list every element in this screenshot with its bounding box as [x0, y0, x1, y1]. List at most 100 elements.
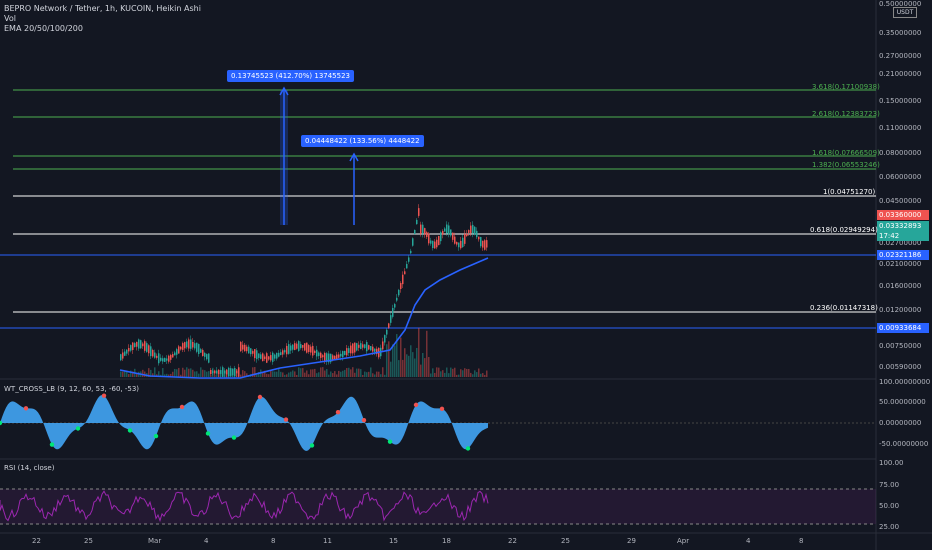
wt-cross-dot	[179, 404, 185, 410]
volume-bar	[472, 374, 474, 377]
volume-bar	[176, 369, 178, 377]
wt-indicator-title[interactable]: WT_CROSS_LB (9, 12, 60, 53, -60, -53)	[4, 385, 139, 393]
volume-bar	[230, 372, 232, 377]
candlestick-series[interactable]	[120, 204, 488, 379]
volume-bar	[402, 359, 404, 377]
volume-bar	[348, 367, 350, 377]
current-price-tag: 0.03360000	[877, 210, 929, 220]
price-axis-label: 0.00750000	[879, 342, 922, 350]
chart-legend: BEPRO Network / Tether, 1h, KUCOIN, Heik…	[4, 4, 201, 34]
volume-bar	[312, 369, 314, 377]
wt-cross-dot	[101, 393, 107, 398]
volume-bar	[426, 330, 428, 377]
volume-bar	[374, 374, 376, 377]
volume-bar	[424, 358, 426, 377]
volume-bar	[196, 371, 198, 377]
volume-bar	[378, 371, 380, 377]
wt-cross-dot	[231, 435, 237, 440]
volume-bar	[198, 373, 200, 377]
volume-bar	[436, 367, 438, 377]
volume-bar	[162, 368, 164, 377]
volume-bar	[458, 374, 460, 377]
price-axis-label: 0.50000000	[879, 0, 922, 8]
volume-bar	[344, 369, 346, 377]
volume-bar	[412, 352, 414, 377]
volume-bar	[122, 371, 124, 377]
volume-bar	[202, 369, 204, 377]
price-axis-label: 0.06000000	[879, 173, 922, 181]
volume-bar	[236, 368, 238, 377]
volume-bar	[336, 374, 338, 377]
volume-bar	[476, 372, 478, 377]
volume-bar	[444, 372, 446, 377]
volume-bar	[358, 368, 360, 377]
wt-cross-dot	[439, 406, 445, 412]
date-label: 25	[84, 537, 93, 545]
volume-bar	[124, 371, 126, 377]
rsi-indicator-title[interactable]: RSI (14, close)	[4, 464, 54, 472]
price-axis-label: 0.21000000	[879, 70, 922, 78]
volume-bar	[346, 368, 348, 377]
volume-bar	[394, 345, 396, 377]
volume-bar	[386, 344, 388, 377]
measure-tool-1[interactable]	[279, 86, 289, 225]
volume-bar	[284, 374, 286, 377]
wt-axis-label: 0.00000000	[879, 419, 922, 427]
volume-bar	[320, 367, 322, 377]
price-axis-label: 0.08000000	[879, 149, 922, 157]
price-axis-label: 0.15000000	[879, 97, 922, 105]
volume-bar	[404, 348, 406, 377]
wt-cross-dot	[413, 402, 419, 408]
volume-bar	[308, 374, 310, 377]
volume-bar	[478, 368, 480, 377]
volume-bar	[474, 370, 476, 377]
volume-bar	[324, 370, 326, 377]
volume-bar	[276, 371, 278, 377]
volume-bar	[462, 370, 464, 377]
price-chart[interactable]	[0, 0, 932, 550]
volume-bar	[362, 374, 364, 377]
volume-bar	[206, 371, 208, 377]
volume-bar	[364, 371, 366, 377]
bar-countdown: 17:42	[879, 232, 900, 240]
volume-bar	[272, 371, 274, 377]
volume-bar	[446, 367, 448, 377]
volume-bar	[406, 354, 408, 377]
volume-bar	[468, 368, 470, 377]
volume-bar	[288, 372, 290, 377]
measure-label-2[interactable]: 0.04448422 (133.56%) 4448422	[301, 135, 424, 147]
last-price-value: 0.03332893	[879, 222, 922, 230]
measure-tool-2[interactable]	[349, 152, 359, 225]
date-label: 8	[799, 537, 804, 545]
volume-bar	[306, 370, 308, 377]
volume-bar	[448, 373, 450, 377]
price-axis-label: 0.01200000	[879, 306, 922, 314]
measure-label-1[interactable]: 0.13745523 (412.70%) 13745523	[227, 70, 354, 82]
volume-bar	[174, 368, 176, 377]
ema-label[interactable]: EMA 20/50/100/200	[4, 24, 201, 34]
fib-retracement[interactable]	[13, 89, 876, 313]
volume-bar	[400, 337, 402, 377]
symbol-title[interactable]: BEPRO Network / Tether, 1h, KUCOIN, Heik…	[4, 4, 201, 14]
volume-bar	[410, 345, 412, 377]
date-label: 22	[32, 537, 41, 545]
date-label: 18	[442, 537, 451, 545]
wt-cross-dot	[49, 442, 55, 447]
volume-bar	[372, 373, 374, 377]
fib-label-1618: 1.618(0.07666509)	[812, 149, 880, 157]
volume-bar	[190, 368, 192, 377]
rsi-axis-label: 25.00	[879, 523, 900, 531]
volume-bar	[342, 370, 344, 377]
fib-label-0236: 0.236(0.01147318)	[810, 304, 878, 312]
volume-label[interactable]: Vol	[4, 14, 201, 24]
volume-bar	[370, 367, 372, 377]
date-label: 4	[204, 537, 209, 545]
volume-bar	[466, 368, 468, 377]
wt-cross-dot	[465, 446, 471, 451]
volume-bar	[456, 374, 458, 377]
volume-bar	[218, 371, 220, 377]
wt-cross-dot	[127, 428, 133, 433]
ema-line[interactable]	[119, 257, 489, 379]
wt-cross-dot	[335, 410, 341, 415]
volume-bar	[366, 372, 368, 377]
